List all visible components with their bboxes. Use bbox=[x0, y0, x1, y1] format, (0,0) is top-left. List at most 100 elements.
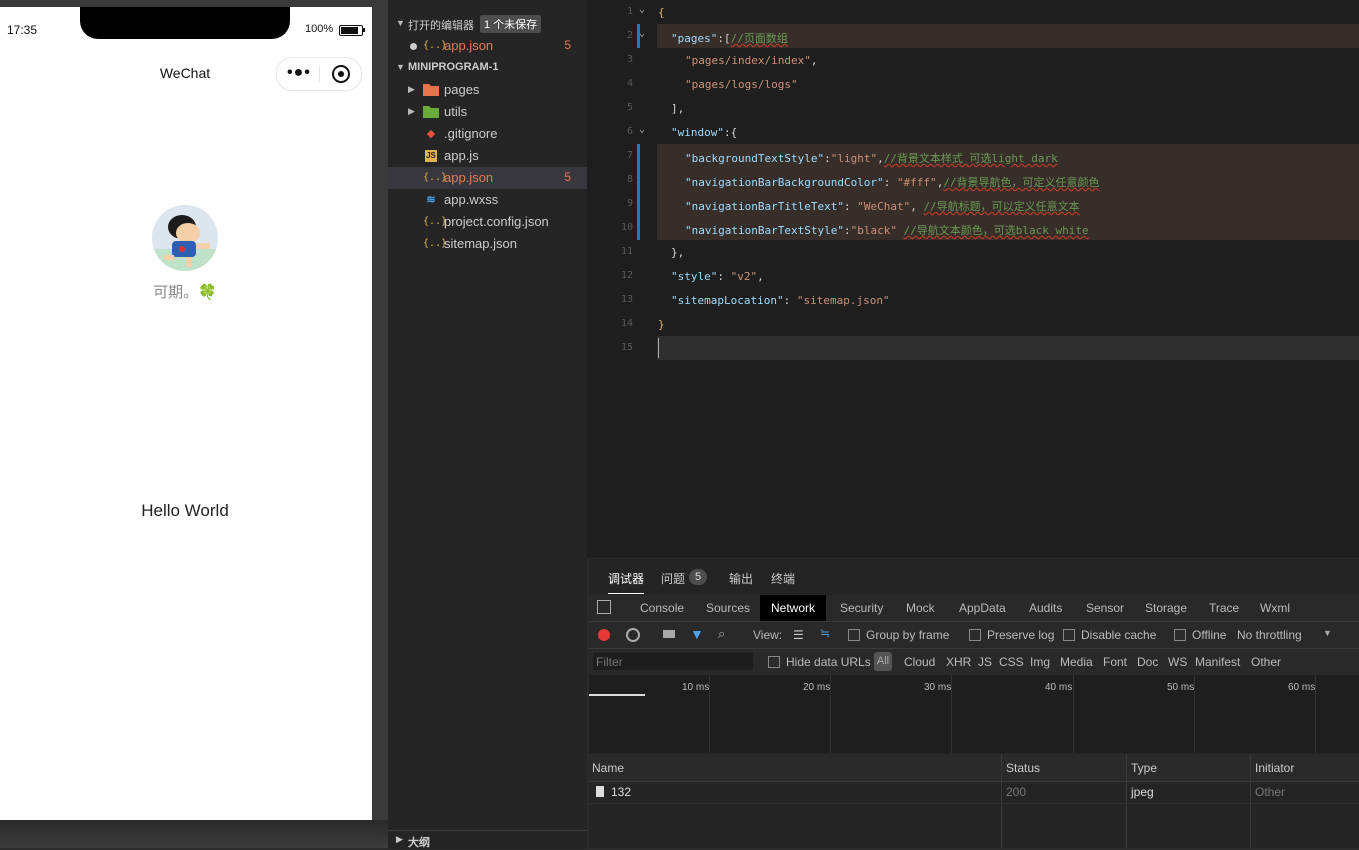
offline-checkbox[interactable] bbox=[1174, 629, 1186, 641]
chevron-down-icon[interactable]: ▼ bbox=[1323, 628, 1332, 638]
view-label: View: bbox=[753, 628, 783, 642]
devtools-tab-appdata[interactable]: AppData bbox=[959, 601, 1006, 615]
more-icon[interactable]: •●• bbox=[287, 64, 311, 82]
filter-ws[interactable]: WS bbox=[1168, 655, 1187, 669]
filter-manifest[interactable]: Manifest bbox=[1195, 655, 1240, 669]
devtools-tab-trace[interactable]: Trace bbox=[1209, 601, 1239, 615]
battery-nub bbox=[363, 28, 365, 32]
devtools-tab-audits[interactable]: Audits bbox=[1029, 601, 1062, 615]
debug-tabs: 调试器 问题 5 输出 终端 bbox=[589, 559, 1359, 594]
git-icon: ◆ bbox=[426, 128, 436, 140]
devtools-tab-storage[interactable]: Storage bbox=[1145, 601, 1187, 615]
clear-icon[interactable] bbox=[626, 628, 640, 642]
column-type[interactable]: Type bbox=[1131, 761, 1157, 775]
code-line-2: "pages":[//页面数组 bbox=[671, 32, 788, 45]
filter-all-button[interactable]: All bbox=[874, 652, 892, 671]
open-editor-item[interactable]: {..} app.json 5 bbox=[388, 35, 587, 57]
tab-output[interactable]: 输出 bbox=[729, 570, 753, 587]
tree-item-sitemap[interactable]: {..} sitemap.json bbox=[388, 233, 587, 255]
tree-item-pages[interactable]: ▶ pages bbox=[388, 79, 587, 101]
column-status[interactable]: Status bbox=[1006, 761, 1040, 775]
tree-item-utils[interactable]: ▶ utils bbox=[388, 101, 587, 123]
tree-item-app-js[interactable]: JS app.js bbox=[388, 145, 587, 167]
filter-doc[interactable]: Doc bbox=[1137, 655, 1158, 669]
filter-css[interactable]: CSS bbox=[999, 655, 1024, 669]
preserve-log-checkbox[interactable] bbox=[969, 629, 981, 641]
code-line-8: "navigationBarBackgroundColor": "#fff",/… bbox=[685, 176, 1100, 189]
code-line-1: { bbox=[658, 6, 665, 19]
phone-notch bbox=[80, 7, 290, 39]
line-number: 7 bbox=[626, 150, 633, 161]
file-explorer: ▼ 打开的编辑器 1 个未保存 {..} app.json 5 ▼ MINIPR… bbox=[388, 0, 587, 848]
column-name[interactable]: Name bbox=[592, 761, 624, 775]
filter-media[interactable]: Media bbox=[1060, 655, 1093, 669]
code-line-12: "style": "v2", bbox=[671, 270, 764, 283]
waterfall-view-icon[interactable]: ≒ bbox=[820, 626, 830, 640]
tab-terminal[interactable]: 终端 bbox=[771, 570, 795, 587]
filter-js[interactable]: JS bbox=[978, 655, 992, 669]
column-initiator[interactable]: Initiator bbox=[1255, 761, 1294, 775]
filter-font[interactable]: Font bbox=[1103, 655, 1127, 669]
project-header[interactable]: ▼ MINIPROGRAM-1 bbox=[388, 57, 587, 79]
tree-item-label: app.wxss bbox=[444, 192, 499, 207]
disable-cache-checkbox[interactable] bbox=[1063, 629, 1075, 641]
request-row[interactable]: 132 200 jpeg Other bbox=[589, 781, 1359, 804]
avatar[interactable] bbox=[152, 205, 218, 271]
fold-chevron-icon[interactable]: ⌄ bbox=[639, 124, 645, 135]
capsule-menu[interactable]: •●• bbox=[276, 57, 362, 91]
filter-cloud[interactable]: Cloud bbox=[904, 655, 935, 669]
group-by-frame-checkbox[interactable] bbox=[848, 629, 860, 641]
hide-data-urls-checkbox[interactable] bbox=[768, 656, 780, 668]
tree-item-project-config[interactable]: {..} project.config.json bbox=[388, 211, 587, 233]
tree-item-app-wxss[interactable]: ≋ app.wxss bbox=[388, 189, 587, 211]
filter-icon[interactable]: ▼ bbox=[690, 626, 704, 642]
line-number: 1 bbox=[626, 6, 633, 17]
network-filterbar: Hide data URLs All Cloud XHR JS CSS Img … bbox=[589, 649, 1359, 676]
filter-img[interactable]: Img bbox=[1030, 655, 1050, 669]
devtools-tab-security[interactable]: Security bbox=[840, 601, 883, 615]
unsaved-dot-icon[interactable] bbox=[410, 43, 417, 50]
tree-item-app-json[interactable]: {..} app.json 5 bbox=[388, 167, 587, 189]
line-number: 11 bbox=[620, 246, 633, 257]
devtools-tab-network[interactable]: Network bbox=[760, 595, 827, 621]
code-editor[interactable]: 1 2 3 4 5 6 7 8 9 10 11 12 13 14 15 ⌄ ⌄ … bbox=[587, 0, 1359, 558]
code-line-11: }, bbox=[671, 246, 685, 259]
fold-chevron-icon[interactable]: ⌄ bbox=[639, 4, 645, 15]
devtools-tab-sensor[interactable]: Sensor bbox=[1086, 601, 1124, 615]
disable-cache-label: Disable cache bbox=[1081, 628, 1157, 642]
user-nickname: 可期。🍀 bbox=[153, 284, 217, 301]
record-icon[interactable] bbox=[598, 629, 610, 641]
devtools-tab-mock[interactable]: Mock bbox=[906, 601, 935, 615]
fold-chevron-icon[interactable]: ⌄ bbox=[639, 28, 645, 39]
search-icon[interactable]: ⌕ bbox=[718, 626, 725, 642]
devtools-tab-sources[interactable]: Sources bbox=[706, 601, 750, 615]
line-number: 2 bbox=[626, 30, 633, 41]
tab-debugger[interactable]: 调试器 bbox=[608, 570, 645, 594]
filter-input[interactable] bbox=[593, 653, 753, 670]
code-line-13: "sitemapLocation": "sitemap.json" bbox=[671, 294, 890, 307]
filter-other[interactable]: Other bbox=[1251, 655, 1281, 669]
network-timeline[interactable]: 10 ms 20 ms 30 ms 40 ms 50 ms 60 ms bbox=[589, 675, 1359, 753]
tree-item-gitignore[interactable]: ◆ .gitignore bbox=[388, 123, 587, 145]
throttling-select[interactable]: No throttling bbox=[1237, 628, 1302, 642]
inspect-element-icon[interactable] bbox=[597, 600, 611, 614]
outline-header[interactable]: ▶ 大纲 bbox=[388, 830, 587, 849]
devtools-tabs: Console Sources Network Security Mock Ap… bbox=[589, 595, 1359, 622]
devtools-tab-console[interactable]: Console bbox=[640, 601, 684, 615]
screenshot-icon[interactable] bbox=[663, 630, 675, 638]
line-number: 6 bbox=[626, 126, 633, 137]
code-line-6: "window":{ bbox=[671, 126, 738, 139]
line-number: 14 bbox=[620, 318, 633, 329]
close-miniprogram-icon[interactable] bbox=[332, 65, 350, 83]
css-file-icon: ≋ bbox=[426, 194, 436, 206]
offline-label: Offline bbox=[1192, 628, 1227, 642]
open-editors-header[interactable]: ▼ 打开的编辑器 1 个未保存 bbox=[388, 13, 587, 35]
group-by-frame-label: Group by frame bbox=[866, 628, 950, 642]
json-file-icon: {..} bbox=[423, 238, 448, 249]
request-status: 200 bbox=[1006, 785, 1027, 799]
filter-xhr[interactable]: XHR bbox=[946, 655, 971, 669]
tab-problems[interactable]: 问题 bbox=[661, 570, 685, 587]
line-number: 3 bbox=[626, 54, 633, 65]
devtools-tab-wxml[interactable]: Wxml bbox=[1260, 601, 1290, 615]
list-view-icon[interactable]: ☰ bbox=[793, 628, 804, 642]
